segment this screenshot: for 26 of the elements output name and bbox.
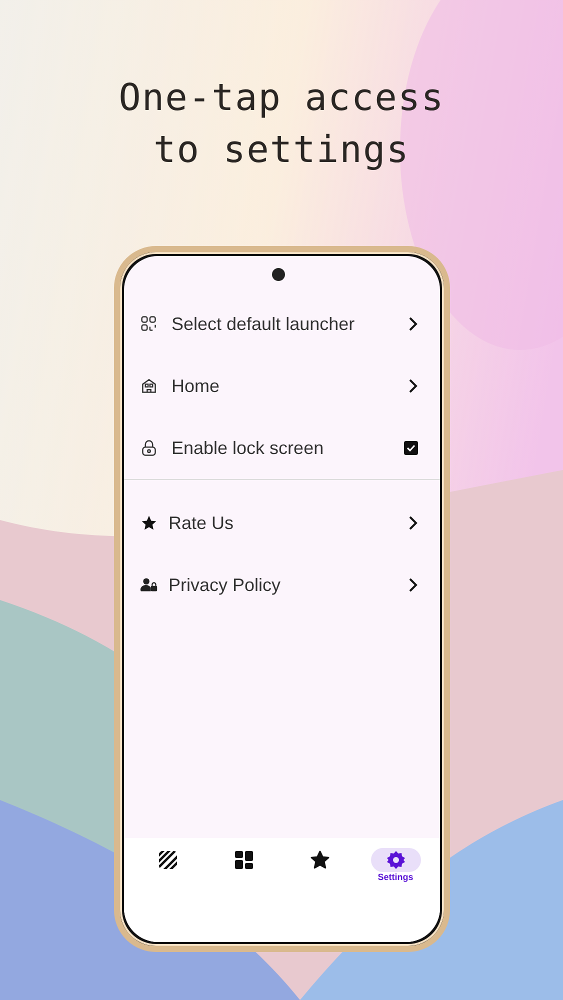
user-lock-icon	[140, 576, 158, 594]
launcher-icon	[140, 315, 158, 333]
headline: One-tap access	[118, 75, 444, 121]
checkbox[interactable]	[404, 441, 418, 455]
item-label: Select default launcher	[172, 314, 356, 334]
chevron-icon	[408, 577, 418, 593]
settings-icon	[386, 850, 406, 870]
lock-icon	[140, 439, 158, 457]
item-label: Home	[172, 376, 221, 396]
chevron-icon	[408, 316, 418, 332]
item-label: Rate Us	[168, 512, 235, 534]
house-icon	[140, 377, 158, 395]
star-icon	[310, 850, 330, 870]
headline: to settings	[153, 127, 410, 173]
grid-icon	[234, 850, 254, 870]
settings-item[interactable]: Enable lock screen	[124, 417, 440, 479]
item-label: Privacy Policy	[168, 574, 282, 596]
settings-item[interactable]: Select default launcher	[124, 293, 440, 355]
item-label: Enable lock screen	[172, 438, 325, 458]
settings-item[interactable]: Privacy Policy	[124, 554, 440, 616]
star-icon	[140, 514, 158, 532]
chevron-icon	[408, 378, 418, 394]
settings-item[interactable]: Home	[124, 355, 440, 417]
chevron-icon	[408, 515, 418, 531]
settings-item[interactable]: Rate Us	[124, 492, 440, 554]
camera-icon	[272, 268, 284, 281]
